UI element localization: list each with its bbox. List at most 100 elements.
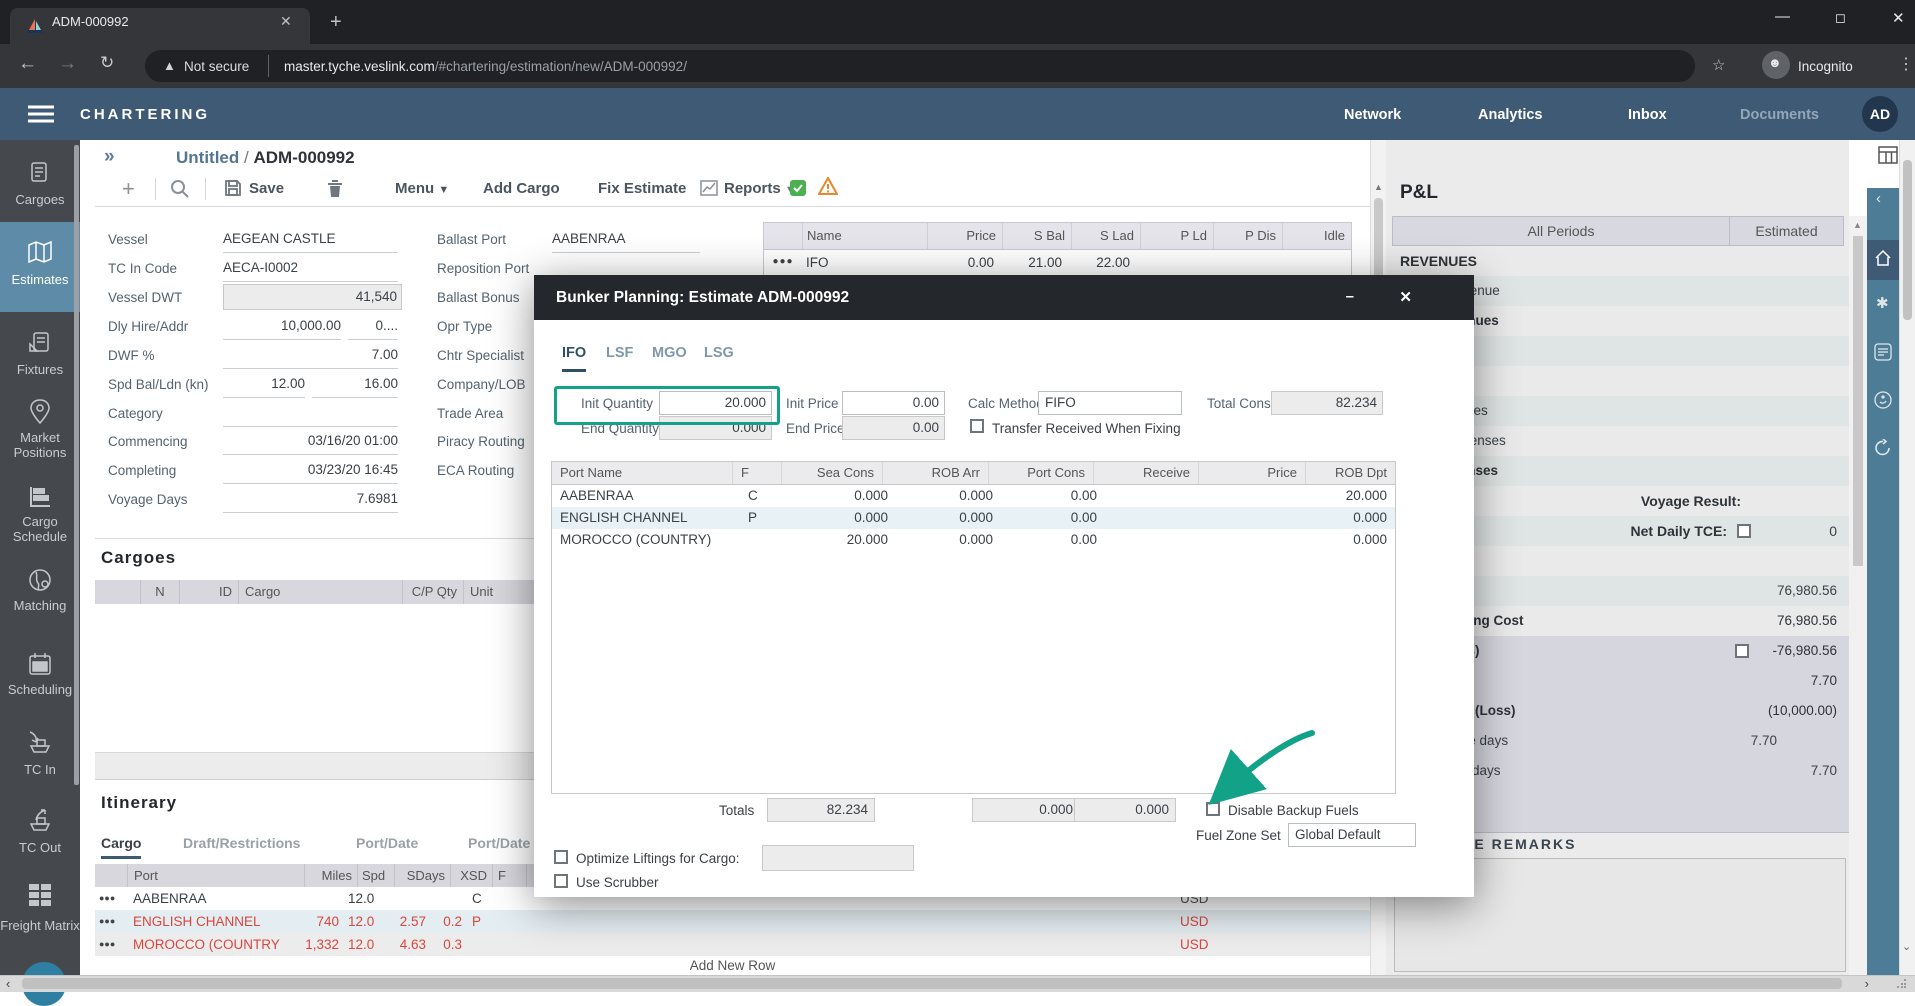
reports-button[interactable]: Reports ▼ — [724, 180, 796, 197]
tab-port-date[interactable]: Port/Date — [356, 835, 418, 851]
itin-col-sdays[interactable]: SDays — [395, 864, 451, 887]
cargoes-col-n[interactable]: N — [141, 580, 180, 604]
table-row[interactable]: ●●● MOROCCO (COUNTRY 1,332 12.0 4.63 0.3… — [95, 933, 1370, 956]
sidebar-item-cargoes[interactable]: Cargoes — [0, 192, 80, 207]
window-close-button[interactable]: ✕ — [1892, 9, 1905, 27]
window-maximize-button[interactable]: ◻ — [1835, 10, 1846, 26]
scroll-up-arrow-icon[interactable]: ▲ — [1374, 182, 1383, 192]
tab-draft-restrictions[interactable]: Draft/Restrictions — [183, 835, 300, 851]
col-port-name[interactable]: Port Name — [552, 462, 733, 484]
breadcrumb-untitled[interactable]: Untitled — [176, 148, 239, 167]
list-panel-icon[interactable] — [1874, 343, 1892, 361]
profit-loss-checkbox[interactable] — [1735, 644, 1749, 658]
cargoes-col-unit[interactable]: Unit — [464, 580, 530, 604]
sidebar-item-cargo-schedule[interactable]: Cargo Schedule — [0, 514, 80, 544]
nav-item-documents[interactable]: Documents — [1740, 107, 1819, 123]
fix-estimate-button[interactable]: Fix Estimate — [598, 180, 686, 197]
tab-lsf[interactable]: LSF — [606, 345, 633, 361]
fuel-zone-set-field[interactable]: Global Default — [1288, 823, 1416, 847]
col-sea-cons[interactable]: Sea Cons — [782, 462, 883, 484]
save-button[interactable]: Save — [249, 180, 284, 197]
col-receive[interactable]: Receive — [1094, 462, 1199, 484]
cargoes-col-qty[interactable]: C/P Qty — [403, 580, 464, 604]
add-new-row-button[interactable]: Add New Row — [95, 956, 1370, 976]
transfer-received-checkbox[interactable] — [970, 419, 984, 433]
validated-icon[interactable] — [790, 180, 806, 196]
completing-field[interactable]: 03/23/20 16:45 — [223, 462, 398, 484]
bunker-col-slad[interactable]: S Lad — [1072, 223, 1141, 249]
new-tab-button[interactable]: + — [330, 11, 342, 34]
not-secure-label[interactable]: Not secure — [184, 59, 249, 74]
table-layout-icon[interactable] — [1878, 146, 1898, 164]
nav-item-analytics[interactable]: Analytics — [1478, 107, 1542, 123]
tab-lsg[interactable]: LSG — [704, 345, 734, 361]
warning-icon[interactable] — [818, 177, 838, 195]
forward-icon[interactable]: → — [58, 53, 77, 75]
col-rob-dpt[interactable]: ROB Dpt — [1306, 462, 1395, 484]
matching-globe-icon[interactable] — [28, 568, 52, 592]
col-port-cons[interactable]: Port Cons — [989, 462, 1094, 484]
bunker-col-price[interactable]: Price — [928, 223, 1003, 249]
sidebar-item-tc-in[interactable]: TC In — [0, 762, 80, 777]
cargo-schedule-bars-icon[interactable] — [28, 485, 52, 509]
url-host[interactable]: master.tyche.veslink.com — [284, 59, 435, 74]
main-scrollbar[interactable]: ⌄ — [1899, 140, 1915, 975]
scheduling-calendar-icon[interactable] — [28, 652, 52, 676]
info-circle-icon[interactable] — [1874, 391, 1892, 409]
row-menu-icon[interactable]: ●●● — [764, 250, 802, 276]
close-icon[interactable]: ✕ — [1399, 275, 1412, 320]
freight-matrix-grid-icon[interactable] — [29, 884, 51, 906]
trash-icon[interactable] — [327, 179, 343, 197]
scroll-left-arrow-icon[interactable]: ‹ — [6, 976, 10, 992]
table-row[interactable]: AABENRAA C 0.000 0.000 0.00 20.000 — [552, 485, 1395, 507]
scrollbar-thumb[interactable] — [1853, 236, 1863, 566]
scrollbar-thumb[interactable] — [1903, 160, 1912, 320]
table-row[interactable]: MOROCCO (COUNTRY) 20.000 0.000 0.00 0.00… — [552, 529, 1395, 551]
scroll-down-arrow-icon[interactable]: ⌄ — [1902, 940, 1911, 953]
tc-in-code-field[interactable]: AECA-I0002 — [223, 260, 398, 282]
spd-laden-field[interactable]: 16.00 — [312, 376, 398, 398]
calc-method-field[interactable]: FIFO — [1038, 391, 1182, 415]
scrollbar-thumb[interactable] — [22, 978, 1842, 989]
tab-mgo[interactable]: MGO — [652, 345, 687, 361]
row-menu-icon[interactable]: ●●● — [99, 910, 115, 933]
bottom-scrollbar[interactable]: ‹ › — [0, 975, 1915, 992]
bunker-col-idle[interactable]: Idle — [1283, 223, 1351, 249]
sidebar-item-estimates[interactable]: Estimates — [0, 272, 80, 287]
refresh-icon[interactable] — [1874, 439, 1892, 457]
tc-out-ship-icon[interactable] — [27, 806, 53, 832]
table-row[interactable]: ●●● IFO 0.00 21.00 22.00 — [764, 250, 1351, 276]
nav-item-network[interactable]: Network — [1344, 107, 1401, 123]
estimates-map-icon[interactable] — [27, 240, 53, 266]
bookmark-star-icon[interactable]: ☆ — [1712, 56, 1725, 74]
sidebar-scrollbar[interactable] — [74, 145, 79, 785]
sidebar-item-tc-out[interactable]: TC Out — [0, 840, 80, 855]
tc-in-ship-icon[interactable] — [27, 728, 53, 754]
add-cargo-button[interactable]: Add Cargo — [483, 180, 560, 197]
tab-ifo[interactable]: IFO — [562, 345, 586, 372]
sidebar-item-market-positions[interactable]: Market Positions — [0, 430, 80, 460]
table-row[interactable]: ENGLISH CHANNEL P 0.000 0.000 0.00 0.000 — [552, 507, 1395, 529]
fixtures-icon[interactable] — [27, 330, 53, 356]
col-rob-arr[interactable]: ROB Arr — [883, 462, 989, 484]
collapse-panel-icon[interactable]: » — [104, 146, 115, 168]
dly-hire-field[interactable]: 10,000.00 — [223, 318, 341, 340]
init-price-field[interactable]: 0.00 — [842, 391, 945, 415]
col-price[interactable]: Price — [1199, 462, 1306, 484]
scroll-right-arrow-icon[interactable]: › — [1865, 976, 1869, 992]
bunker-col-sbal[interactable]: S Bal — [1003, 223, 1072, 249]
url-path[interactable]: /#chartering/estimation/new/ADM-000992/ — [435, 59, 687, 74]
pnl-scrollbar[interactable]: ▲ — [1849, 216, 1867, 975]
dwf-field[interactable]: 7.00 — [223, 347, 398, 369]
optimize-liftings-checkbox[interactable] — [554, 850, 568, 864]
pnl-col-all-periods[interactable]: All Periods — [1393, 217, 1730, 245]
row-menu-icon[interactable]: ●●● — [99, 887, 115, 910]
search-icon[interactable] — [170, 179, 190, 199]
tab-itinerary-cargo[interactable]: Cargo — [101, 835, 141, 859]
commencing-field[interactable]: 03/16/20 01:00 — [223, 433, 398, 455]
scroll-up-arrow-icon[interactable]: ▲ — [1853, 220, 1862, 230]
avatar[interactable]: AD — [1862, 96, 1898, 132]
vessel-field[interactable]: AEGEAN CASTLE — [223, 231, 398, 253]
sidebar-item-matching[interactable]: Matching — [0, 598, 80, 613]
use-scrubber-checkbox[interactable] — [554, 874, 568, 888]
